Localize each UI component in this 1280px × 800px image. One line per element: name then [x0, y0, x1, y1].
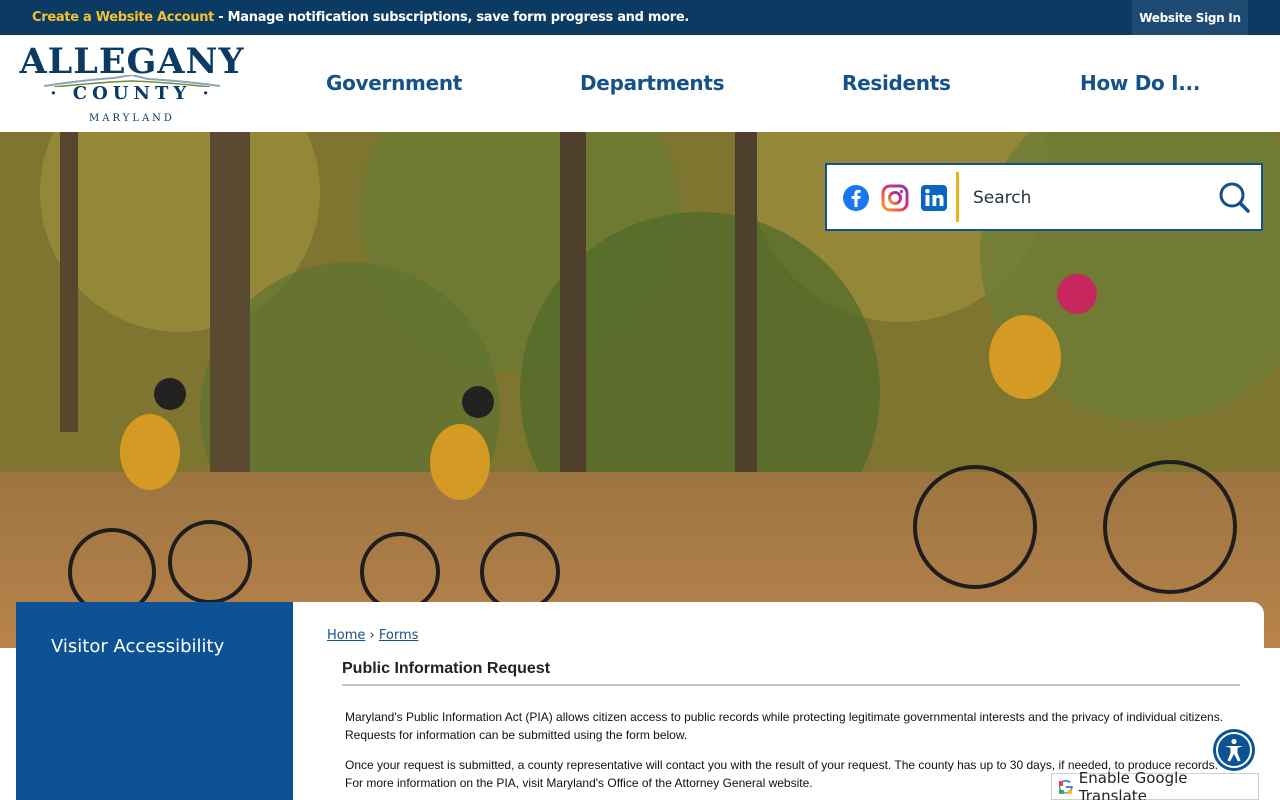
google-translate-button[interactable]: Enable Google Translate	[1051, 769, 1259, 800]
panel-divider	[956, 172, 959, 222]
search-input[interactable]	[973, 183, 1193, 213]
logo-state-text: MARYLAND	[89, 113, 175, 124]
account-message: Create a Website Account - Manage notifi…	[32, 10, 689, 25]
translate-label: Enable Google Translate	[1078, 768, 1188, 800]
county-logo[interactable]: ALLEGANY · COUNTY · MARYLAND	[14, 41, 250, 127]
sign-in-button[interactable]: Website Sign In	[1132, 0, 1248, 35]
sidebar-item-visitor-accessibility[interactable]: Visitor Accessibility	[51, 636, 224, 657]
site-header: ALLEGANY · COUNTY · MARYLAND Government …	[0, 35, 1280, 132]
breadcrumb-forms-link[interactable]: Forms	[379, 628, 419, 643]
breadcrumb-separator: ›	[369, 628, 375, 643]
facebook-icon[interactable]	[842, 184, 870, 212]
nav-departments[interactable]: Departments	[580, 71, 725, 95]
account-message-text: - Manage notification subscriptions, sav…	[214, 10, 689, 25]
top-bar: Create a Website Account - Manage notifi…	[0, 0, 1280, 35]
create-account-link[interactable]: Create a Website Account	[32, 10, 214, 25]
intro-paragraph: Maryland's Public Information Act (PIA) …	[345, 710, 1224, 742]
search-icon[interactable]	[1217, 180, 1251, 214]
instagram-icon[interactable]	[881, 184, 909, 212]
logo-county-text: · COUNTY ·	[50, 83, 214, 104]
breadcrumb-home-link[interactable]: Home	[327, 628, 365, 643]
social-search-panel	[825, 163, 1263, 231]
google-icon	[1057, 777, 1075, 796]
linkedin-icon[interactable]	[920, 184, 948, 212]
nav-how-do-i[interactable]: How Do I...	[1080, 71, 1200, 95]
page-title: Public Information Request	[342, 660, 1240, 686]
nav-government[interactable]: Government	[326, 71, 462, 95]
nav-residents[interactable]: Residents	[842, 71, 951, 95]
accessibility-button[interactable]	[1213, 729, 1255, 771]
sidebar: Visitor Accessibility	[16, 602, 293, 800]
breadcrumb: Home › Forms	[327, 628, 418, 643]
accessibility-icon	[1216, 732, 1252, 768]
